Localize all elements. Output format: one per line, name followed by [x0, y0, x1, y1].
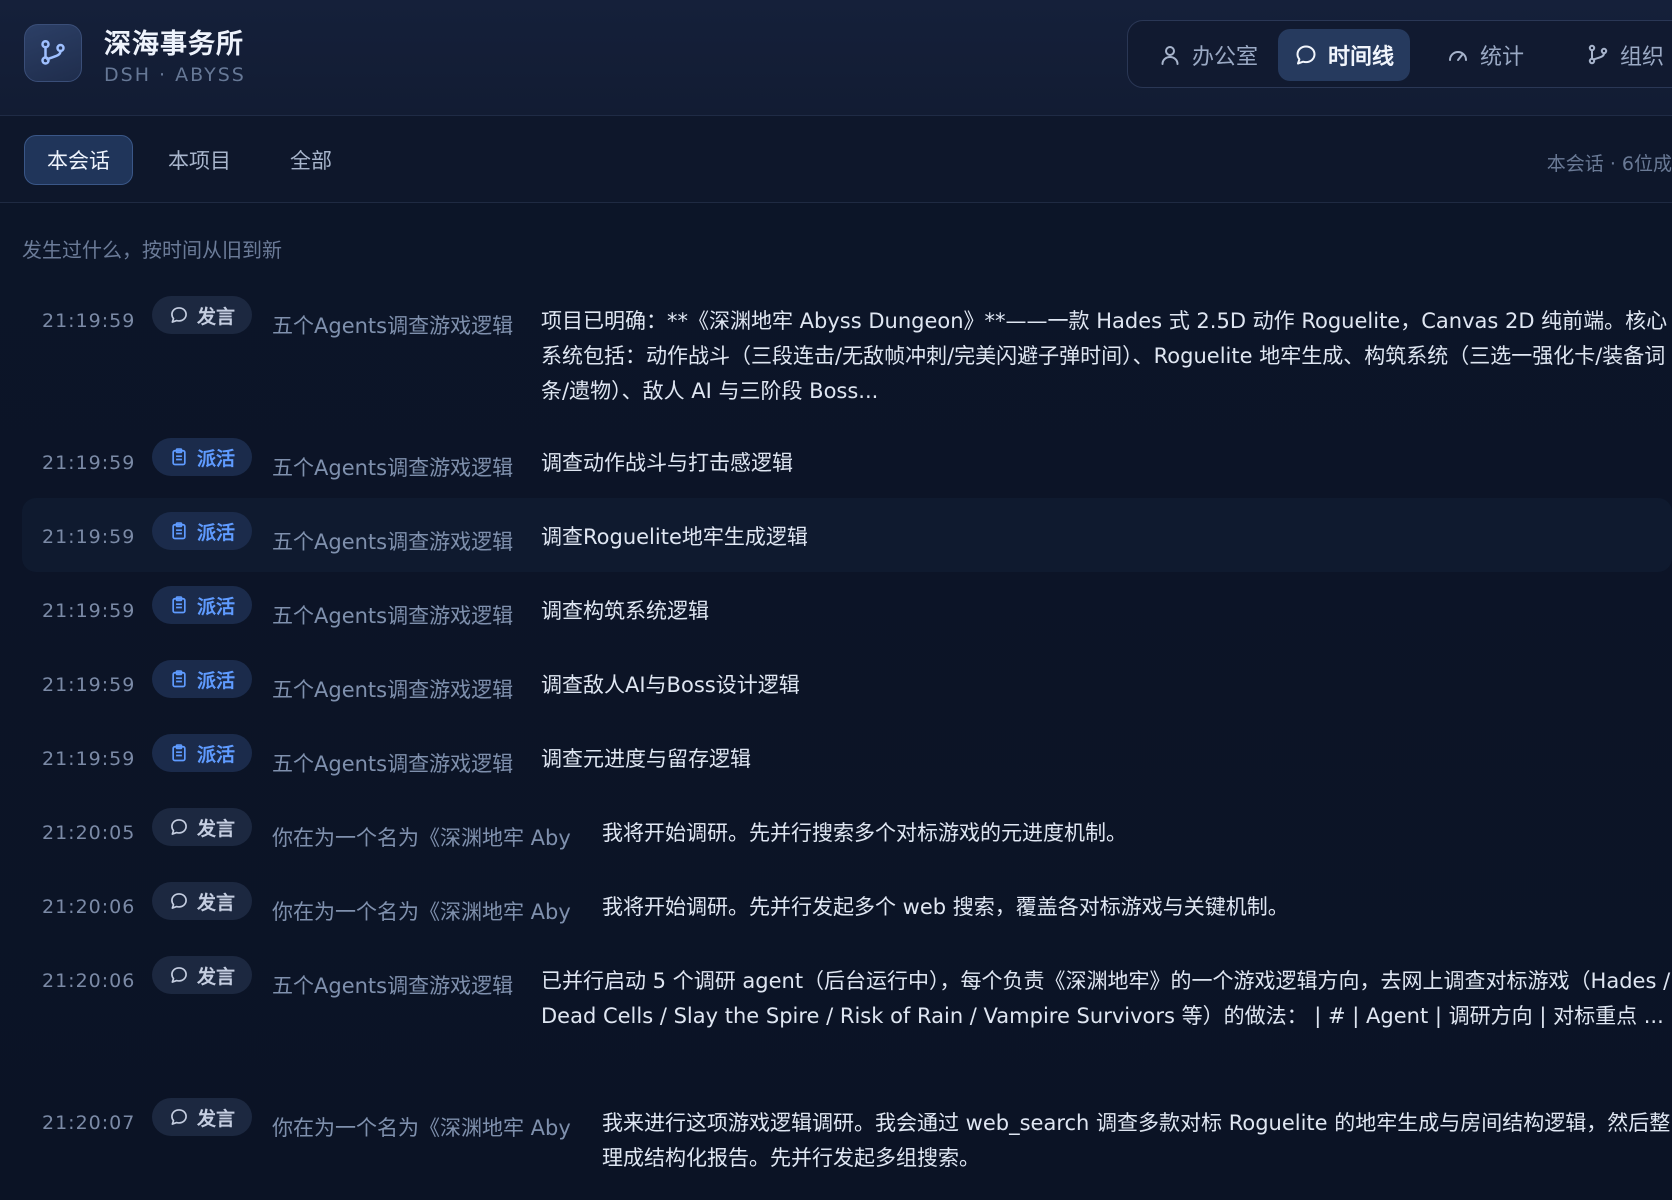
- tab-all[interactable]: 全部: [268, 135, 354, 185]
- event-type-label: 派活: [196, 743, 235, 766]
- nav-office-label: 办公室: [1192, 45, 1259, 70]
- event-type-label: 发言: [196, 305, 235, 328]
- branch-logo-icon: [41, 39, 65, 65]
- main-nav: 办公室 时间线 统计 组织: [1127, 20, 1672, 88]
- event-text: 调查动作战斗与打击感逻辑: [541, 451, 793, 475]
- event-source: 五个Agents调查游戏逻辑: [272, 604, 514, 628]
- event-type-badge: 发言: [152, 882, 252, 920]
- event-type-label: 派活: [196, 521, 235, 544]
- event-time: 21:20:06: [42, 970, 136, 992]
- event-text: 已并行启动 5 个调研 agent（后台运行中），每个负责《深渊地牢》的一个游戏…: [541, 969, 1671, 1028]
- chat-bubble-icon: [171, 819, 187, 835]
- event-source: 五个Agents调查游戏逻辑: [272, 456, 514, 480]
- nav-stats[interactable]: 统计: [1430, 29, 1540, 81]
- filter-bar: 本会话 本项目 全部 本会话 · 6位成: [0, 117, 1672, 203]
- chat-bubble-icon: [171, 1109, 187, 1125]
- event-text: 项目已明确：**《深渊地牢 Abyss Dungeon》**——一款 Hades…: [541, 309, 1668, 403]
- event-source: 五个Agents调查游戏逻辑: [272, 752, 514, 776]
- event-time: 21:19:59: [42, 452, 136, 474]
- event-source: 你在为一个名为《深渊地牢 Aby: [272, 1116, 571, 1140]
- clipboard-icon: [172, 596, 186, 614]
- event-type-label: 派活: [196, 595, 235, 618]
- branch-icon: [1588, 44, 1608, 65]
- tab-session[interactable]: 本会话: [24, 135, 133, 185]
- gauge-icon: [1449, 51, 1467, 61]
- event-type-label: 发言: [196, 817, 235, 840]
- nav-org-label: 组织: [1620, 45, 1665, 70]
- event-text: 调查敌人AI与Boss设计逻辑: [541, 673, 800, 697]
- event-source: 五个Agents调查游戏逻辑: [272, 530, 514, 554]
- timeline-subtitle: 发生过什么，按时间从旧到新: [22, 238, 282, 262]
- event-type-label: 派活: [196, 447, 235, 470]
- clipboard-icon: [172, 744, 186, 762]
- event-type-badge: 派活: [152, 512, 252, 550]
- event-source: 五个Agents调查游戏逻辑: [272, 974, 514, 998]
- event-type-badge: 派活: [152, 438, 252, 476]
- app-subtitle: DSH · ABYSS: [104, 64, 246, 86]
- event-type-badge: 发言: [152, 956, 252, 994]
- event-type-label: 发言: [196, 965, 235, 988]
- event-type-label: 发言: [196, 1107, 235, 1130]
- event-source: 五个Agents调查游戏逻辑: [272, 678, 514, 702]
- chat-bubble-icon: [171, 307, 187, 323]
- event-type-label: 发言: [196, 891, 235, 914]
- event-type-badge: 发言: [152, 808, 252, 846]
- event-time: 21:19:59: [42, 748, 136, 770]
- user-icon: [1161, 46, 1179, 65]
- app-window: 深海事务所 DSH · ABYSS 办公室 时间线 统计 组织 本会话 本项目 …: [0, 0, 1672, 1200]
- nav-timeline[interactable]: 时间线: [1278, 29, 1411, 81]
- filter-info: 本会话 · 6位成: [1546, 153, 1672, 175]
- event-text: 我来进行这项游戏逻辑调研。我会通过 web_search 调查多款对标 Rogu…: [602, 1111, 1671, 1170]
- event-time: 21:20:05: [42, 822, 136, 844]
- event-text: 我将开始调研。先并行发起多个 web 搜索，覆盖各对标游戏与关键机制。: [602, 895, 1289, 919]
- event-text: 我将开始调研。先并行搜索多个对标游戏的元进度机制。: [602, 821, 1127, 845]
- header: 深海事务所 DSH · ABYSS 办公室 时间线 统计 组织: [0, 0, 1672, 116]
- event-time: 21:19:59: [42, 310, 136, 332]
- nav-stats-label: 统计: [1480, 45, 1525, 70]
- nav-office[interactable]: 办公室: [1142, 29, 1274, 81]
- clipboard-icon: [172, 448, 186, 466]
- app-logo[interactable]: [24, 24, 82, 82]
- event-text: 调查构筑系统逻辑: [541, 599, 709, 623]
- nav-timeline-label: 时间线: [1328, 45, 1395, 70]
- event-type-badge: 派活: [152, 586, 252, 624]
- event-type-badge: 发言: [152, 1098, 252, 1136]
- chat-bubble-icon: [171, 893, 187, 909]
- nav-org[interactable]: 组织: [1570, 29, 1672, 81]
- event-source: 你在为一个名为《深渊地牢 Aby: [272, 900, 571, 924]
- tab-project[interactable]: 本项目: [146, 135, 253, 185]
- event-time: 21:19:59: [42, 600, 136, 622]
- chat-bubble-icon: [171, 967, 187, 983]
- event-type-badge: 发言: [152, 296, 252, 334]
- clipboard-icon: [172, 522, 186, 540]
- event-type-label: 派活: [196, 669, 235, 692]
- clipboard-icon: [172, 670, 186, 688]
- event-time: 21:20:07: [42, 1112, 136, 1134]
- event-type-badge: 派活: [152, 660, 252, 698]
- chat-bubble-icon: [1296, 45, 1316, 65]
- event-text: 调查Roguelite地牢生成逻辑: [541, 525, 808, 549]
- event-text: 调查元进度与留存逻辑: [541, 747, 751, 771]
- event-time: 21:19:59: [42, 674, 136, 696]
- event-time: 21:20:06: [42, 896, 136, 918]
- event-time: 21:19:59: [42, 526, 136, 548]
- event-source: 五个Agents调查游戏逻辑: [272, 314, 514, 338]
- event-source: 你在为一个名为《深渊地牢 Aby: [272, 826, 571, 850]
- app-title: 深海事务所: [104, 29, 244, 60]
- event-type-badge: 派活: [152, 734, 252, 772]
